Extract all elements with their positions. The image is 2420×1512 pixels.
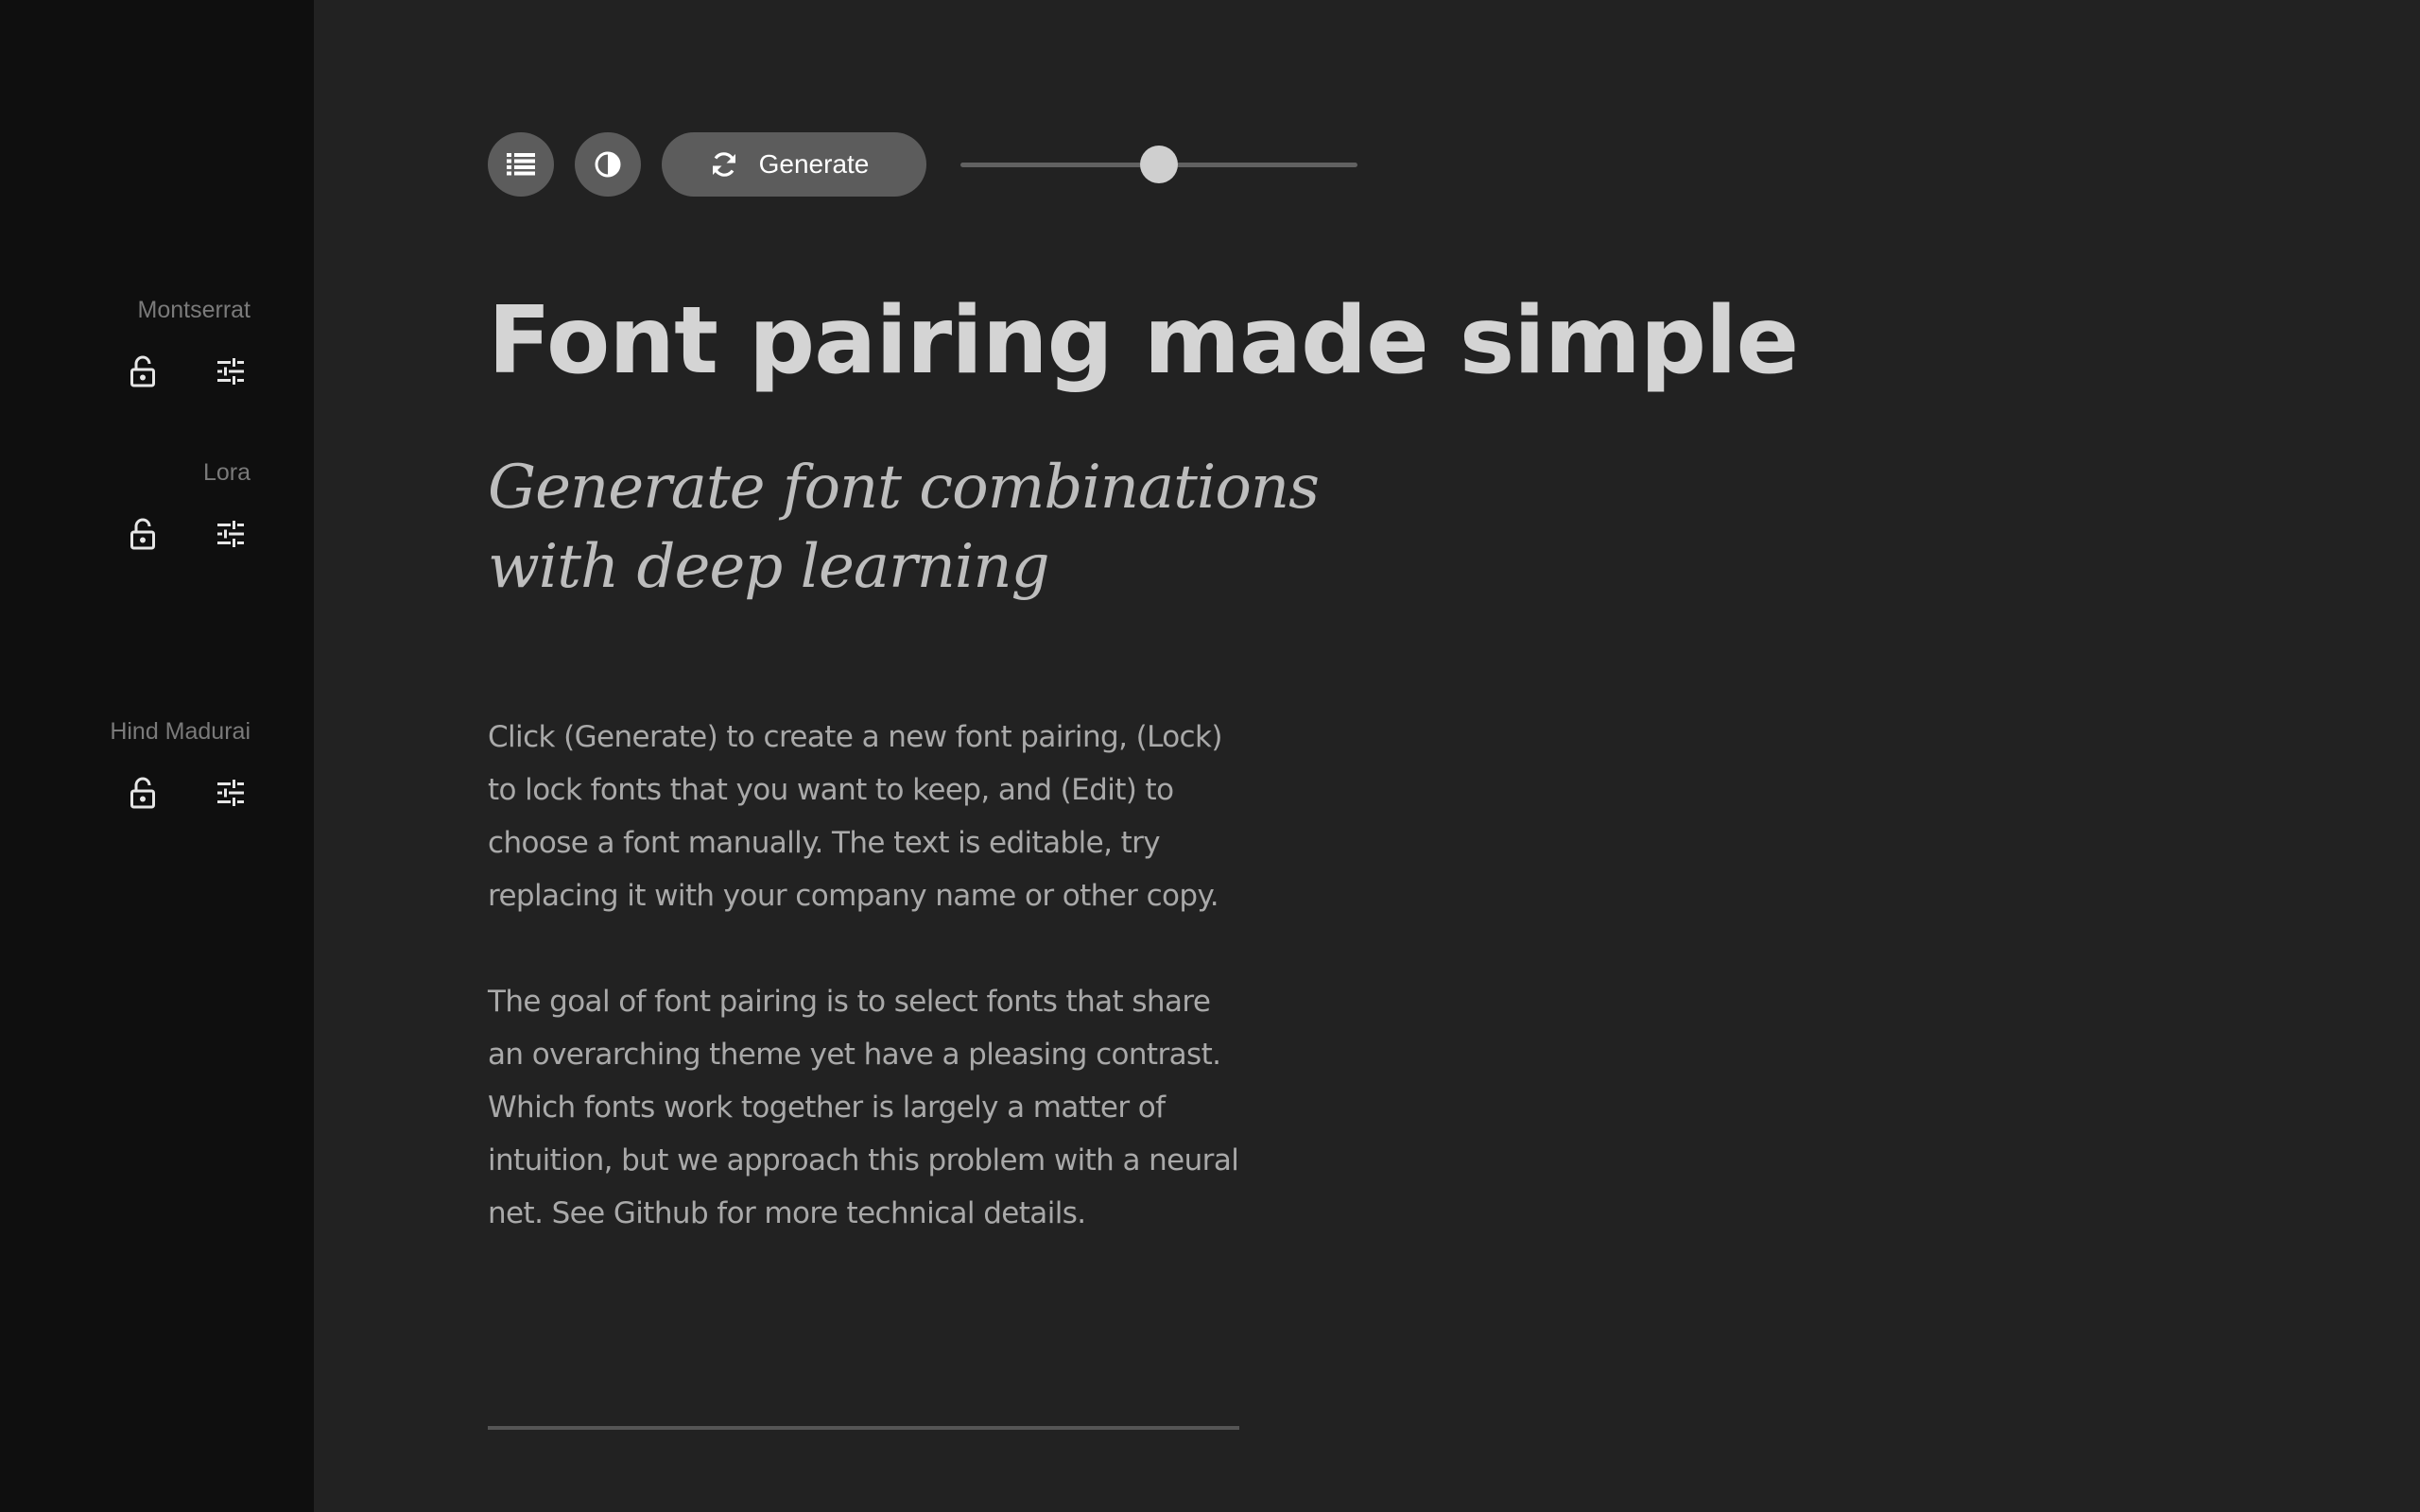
headline[interactable]: Font pairing made simple — [488, 280, 1799, 403]
generate-label: Generate — [758, 149, 870, 179]
lock-open-icon — [130, 518, 155, 550]
lock-button[interactable] — [122, 351, 164, 392]
text-line: net. See Github for more technical detai… — [488, 1196, 1086, 1230]
generate-button[interactable]: Generate — [662, 132, 926, 197]
list-icon — [507, 153, 535, 176]
text-line: The goal of font pairing is to select fo… — [488, 985, 1211, 1019]
tune-sliders-icon — [217, 780, 244, 806]
tune-sliders-icon — [217, 358, 244, 385]
divider — [488, 1426, 1239, 1430]
text-line: an overarching theme yet have a pleasing… — [488, 1038, 1221, 1072]
size-slider[interactable] — [960, 132, 1357, 197]
sidebar: Montserrat Lora Hind Madurai — [0, 0, 314, 1512]
font-slot-body: Hind Madurai — [43, 717, 251, 814]
edit-font-button[interactable] — [210, 351, 251, 392]
font-controls — [43, 513, 251, 555]
subheadline-line: with deep learning — [488, 532, 1050, 602]
font-slot-subheading: Lora — [43, 458, 251, 555]
body-paragraph-about[interactable]: The goal of font pairing is to select fo… — [488, 975, 1263, 1240]
subheadline[interactable]: Generate font combinations with deep lea… — [488, 448, 1433, 607]
text-line: replacing it with your company name or o… — [488, 879, 1219, 913]
body-paragraph-instructions[interactable]: Click (Generate) to create a new font pa… — [488, 711, 1263, 922]
text-line: Which fonts work together is largely a m… — [488, 1091, 1166, 1125]
lock-open-icon — [130, 355, 155, 387]
font-name-label: Hind Madurai — [110, 718, 251, 745]
font-controls — [43, 772, 251, 814]
tune-sliders-icon — [217, 521, 244, 547]
subheadline-line: Generate font combinations — [488, 453, 1320, 523]
font-controls — [43, 351, 251, 392]
main-content: Generate Font pairing made simple Genera… — [314, 0, 2420, 1512]
contrast-icon — [595, 151, 621, 178]
text-line: to lock fonts that you want to keep, and… — [488, 773, 1174, 807]
font-name-label: Lora — [202, 459, 251, 486]
list-button[interactable] — [488, 132, 554, 197]
slider-thumb[interactable] — [1140, 146, 1178, 183]
text-line: choose a font manually. The text is edit… — [488, 826, 1161, 860]
contrast-button[interactable] — [575, 132, 641, 197]
lock-button[interactable] — [122, 772, 164, 814]
font-slot-heading: Montserrat — [43, 296, 251, 392]
edit-font-button[interactable] — [210, 772, 251, 814]
text-line: Click (Generate) to create a new font pa… — [488, 720, 1222, 754]
toolbar: Generate — [488, 132, 1433, 197]
refresh-icon — [712, 152, 735, 177]
edit-font-button[interactable] — [210, 513, 251, 555]
lock-button[interactable] — [122, 513, 164, 555]
font-name-label: Montserrat — [137, 297, 251, 323]
text-line: intuition, but we approach this problem … — [488, 1143, 1239, 1177]
lock-open-icon — [130, 777, 155, 809]
